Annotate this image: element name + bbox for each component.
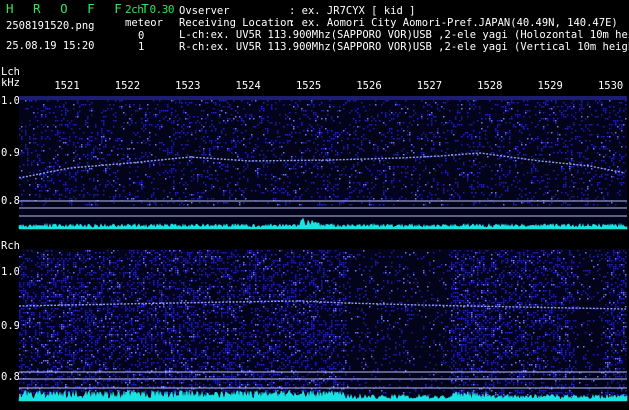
spectrogram-plot [18, 96, 628, 402]
lch-waterfall [19, 96, 627, 229]
rch-waterfall [19, 249, 627, 401]
lch-top-strip [19, 96, 627, 100]
